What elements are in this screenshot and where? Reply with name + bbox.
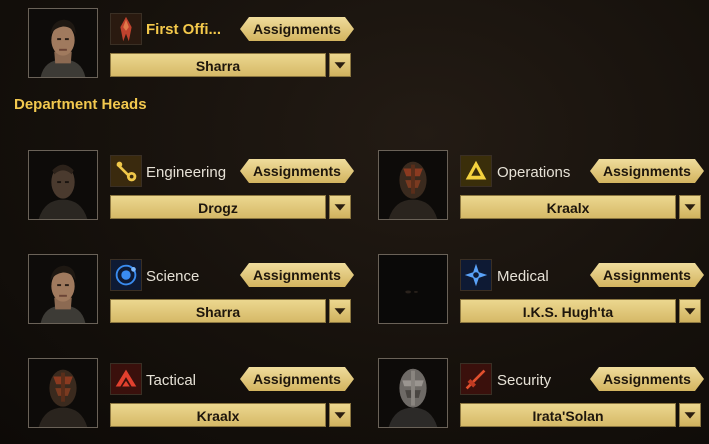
security-assignments-button[interactable]: Assignments <box>590 367 704 391</box>
security-label: Security <box>497 372 552 389</box>
tactical-label: Tactical <box>146 372 197 389</box>
triangle-icon <box>460 155 492 187</box>
chevron-down-icon <box>334 308 346 315</box>
medical-label: Medical <box>497 268 549 285</box>
engineering-portrait[interactable] <box>28 150 98 220</box>
medical-dropdown-button[interactable] <box>679 299 701 323</box>
science-dropdown-button[interactable] <box>329 299 351 323</box>
operations-officer-select[interactable]: Kraalx <box>460 195 676 219</box>
chevron-down-icon <box>334 204 346 211</box>
science-officer-select[interactable]: Sharra <box>110 299 326 323</box>
chevron-down-icon <box>684 204 696 211</box>
operations-assignments-button[interactable]: Assignments <box>590 159 704 183</box>
first-officer-portrait[interactable] <box>28 8 98 78</box>
chevron-down-icon <box>334 412 346 419</box>
engineering-assignments-button[interactable]: Assignments <box>240 159 354 183</box>
medical-star-icon <box>460 259 492 291</box>
first-officer-label: First Offi... <box>146 21 221 38</box>
operations-portrait[interactable] <box>378 150 448 220</box>
tactical-officer-select[interactable]: Kraalx <box>110 403 326 427</box>
wrench-icon <box>110 155 142 187</box>
first-officer-dropdown-button[interactable] <box>329 53 351 77</box>
officer-portrait-masked <box>29 359 97 427</box>
medical-assignments-button[interactable]: Assignments <box>590 263 704 287</box>
chevron-down-icon <box>684 308 696 315</box>
officer-portrait-masked <box>379 151 447 219</box>
medical-portrait[interactable] <box>378 254 448 324</box>
tactical-portrait[interactable] <box>28 358 98 428</box>
science-assignments-button[interactable]: Assignments <box>240 263 354 287</box>
first-officer-emblem-icon <box>110 13 142 45</box>
tactical-chevron-icon <box>110 363 142 395</box>
security-dropdown-button[interactable] <box>679 403 701 427</box>
science-orbit-icon <box>110 259 142 291</box>
chevron-down-icon <box>684 412 696 419</box>
science-label: Science <box>146 268 200 285</box>
engineering-officer-select[interactable]: Drogz <box>110 195 326 219</box>
tactical-dropdown-button[interactable] <box>329 403 351 427</box>
operations-label: Operations <box>497 164 571 181</box>
engineering-label: Engineering <box>146 164 227 181</box>
officer-portrait-human <box>29 255 97 323</box>
officer-portrait-armored <box>379 359 447 427</box>
officer-portrait-dark <box>379 255 447 323</box>
science-portrait[interactable] <box>28 254 98 324</box>
engineering-dropdown-button[interactable] <box>329 195 351 219</box>
chevron-down-icon <box>334 62 346 69</box>
tactical-assignments-button[interactable]: Assignments <box>240 367 354 391</box>
first-officer-assignments-button[interactable]: Assignments <box>240 17 354 41</box>
medical-officer-select[interactable]: I.K.S. Hugh'ta <box>460 299 676 323</box>
officer-portrait-human <box>29 9 97 77</box>
officer-portrait-klingon <box>29 151 97 219</box>
security-officer-select[interactable]: Irata'Solan <box>460 403 676 427</box>
first-officer-select[interactable]: Sharra <box>110 53 326 77</box>
security-portrait[interactable] <box>378 358 448 428</box>
operations-dropdown-button[interactable] <box>679 195 701 219</box>
department-heads-title: Department Heads <box>14 96 147 113</box>
dagger-icon <box>460 363 492 395</box>
